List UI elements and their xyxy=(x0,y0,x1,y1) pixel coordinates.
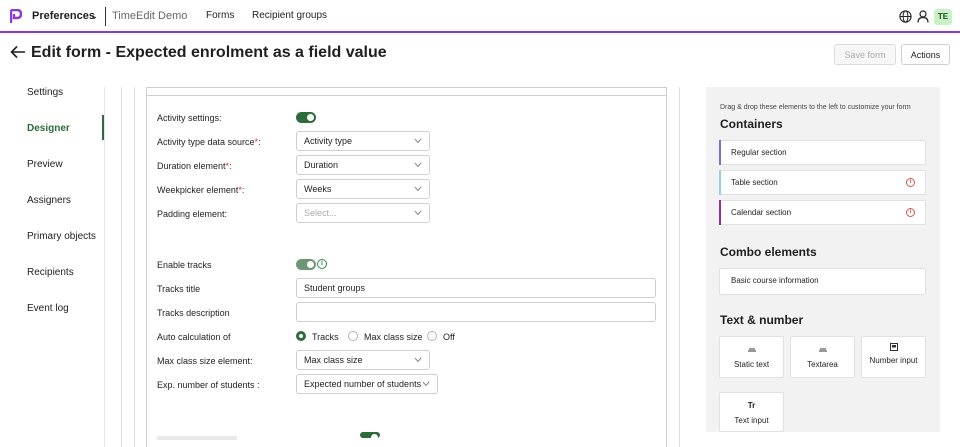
sidebar-item-preview[interactable]: Preview xyxy=(27,159,63,170)
globe-icon[interactable] xyxy=(899,10,912,23)
nav-recipient-groups-link[interactable]: Recipient groups xyxy=(252,10,327,21)
palette-hint: Drag & drop these elements to the left t… xyxy=(720,104,911,111)
cut-off-toggle[interactable] xyxy=(360,432,380,441)
palette-item-table-section[interactable]: Table section i xyxy=(719,170,926,195)
sidebar-item-settings[interactable]: Settings xyxy=(27,87,63,98)
text-number-heading: Text & number xyxy=(720,313,804,327)
palette-tile-text-input[interactable]: Tr Text input xyxy=(719,392,784,432)
sidebar-item-primary-objects[interactable]: Primary objects xyxy=(27,231,96,242)
nav-forms-link[interactable]: Forms xyxy=(206,10,234,21)
topbar-divider xyxy=(105,7,106,26)
padding-element-select[interactable]: Select... xyxy=(296,203,430,223)
section-color-bar xyxy=(719,170,721,195)
radio-tracks[interactable] xyxy=(296,331,306,341)
chevron-down-icon xyxy=(414,186,422,192)
section-color-bar xyxy=(719,200,721,225)
palette-item-basic-course-information[interactable]: Basic course information xyxy=(719,268,926,295)
tracks-title-input[interactable]: Student groups xyxy=(296,278,656,298)
sidebar-item-event-log[interactable]: Event log xyxy=(27,303,69,314)
enable-tracks-label: Enable tracks xyxy=(157,260,212,270)
text-input-icon: Tr xyxy=(747,401,756,410)
auto-calculation-label: Auto calculation of xyxy=(157,332,231,342)
number-input-icon xyxy=(889,343,898,351)
radio-max-class-size-label[interactable]: Max class size xyxy=(364,332,423,342)
organization-name: TimeEdit Demo xyxy=(112,10,188,22)
app-switcher-chevron-icon[interactable]: ⌄ xyxy=(90,11,98,22)
enable-tracks-toggle[interactable] xyxy=(296,259,316,270)
chevron-down-icon xyxy=(414,210,422,216)
section-left-edge xyxy=(134,87,135,447)
info-icon[interactable]: i xyxy=(317,259,327,269)
sidebar-item-designer[interactable]: Designer xyxy=(27,123,70,134)
canvas-left-edge xyxy=(121,87,122,447)
max-class-size-label: Max class size element: xyxy=(157,356,253,366)
chevron-down-icon xyxy=(414,138,422,144)
card-header-divider xyxy=(146,95,667,96)
activity-settings-toggle[interactable] xyxy=(296,112,316,123)
radio-off-label[interactable]: Off xyxy=(443,332,455,342)
palette-tile-textarea[interactable]: Textarea xyxy=(790,336,855,378)
duration-element-select[interactable]: Duration xyxy=(296,155,430,175)
padding-element-label: Padding element: xyxy=(157,209,228,219)
tracks-description-input[interactable] xyxy=(296,302,656,322)
static-text-icon xyxy=(747,348,756,352)
preferences-logo-icon[interactable] xyxy=(10,9,22,24)
sidebar-item-assigners[interactable]: Assigners xyxy=(27,195,71,206)
tracks-title-label: Tracks title xyxy=(157,284,201,294)
user-icon[interactable] xyxy=(917,10,929,23)
palette-item-regular-section[interactable]: Regular section xyxy=(719,140,926,165)
activity-type-select[interactable]: Activity type xyxy=(296,131,430,151)
save-form-button[interactable]: Save form xyxy=(834,44,896,65)
weekpicker-element-label: Weekpicker element*: xyxy=(157,185,245,195)
element-palette xyxy=(706,87,940,432)
cut-off-next-row xyxy=(157,436,237,440)
canvas-right-edge xyxy=(679,87,680,447)
chevron-down-icon xyxy=(414,357,422,363)
radio-off[interactable] xyxy=(427,331,437,341)
activity-type-label: Activity type data source*: xyxy=(157,137,261,147)
palette-tile-static-text[interactable]: Static text xyxy=(719,336,784,378)
radio-tracks-label[interactable]: Tracks xyxy=(312,332,339,342)
containers-heading: Containers xyxy=(720,117,783,131)
page-title: Edit form - Expected enrolment as a fiel… xyxy=(31,44,387,61)
info-icon[interactable]: i xyxy=(906,208,915,217)
tracks-description-label: Tracks description xyxy=(157,308,230,318)
info-icon[interactable]: i xyxy=(906,178,915,187)
back-arrow-icon[interactable] xyxy=(10,45,26,59)
chevron-down-icon xyxy=(414,162,422,168)
palette-tile-number-input[interactable]: Number input xyxy=(861,336,926,378)
section-color-bar xyxy=(719,140,721,165)
weekpicker-element-select[interactable]: Weeks xyxy=(296,179,430,199)
combo-elements-heading: Combo elements xyxy=(720,245,817,259)
exp-number-students-select[interactable]: Expected number of students xyxy=(296,374,438,394)
sidebar-border xyxy=(104,87,105,447)
app-name[interactable]: Preferences xyxy=(32,10,95,22)
palette-item-calendar-section[interactable]: Calendar section i xyxy=(719,200,926,225)
textarea-icon xyxy=(818,348,827,352)
top-bar: Preferences ⌄ TimeEdit Demo Forms Recipi… xyxy=(0,0,960,33)
duration-element-label: Duration element*: xyxy=(157,161,232,171)
sidebar-item-recipients[interactable]: Recipients xyxy=(27,267,74,278)
radio-max-class-size[interactable] xyxy=(348,331,358,341)
max-class-size-select[interactable]: Max class size xyxy=(296,350,430,370)
actions-button[interactable]: Actions xyxy=(901,44,950,65)
exp-number-students-label: Exp. number of students : xyxy=(157,380,260,390)
avatar[interactable]: TE xyxy=(934,9,952,25)
activity-settings-label: Activity settings: xyxy=(157,113,222,123)
chevron-down-icon xyxy=(422,381,430,387)
